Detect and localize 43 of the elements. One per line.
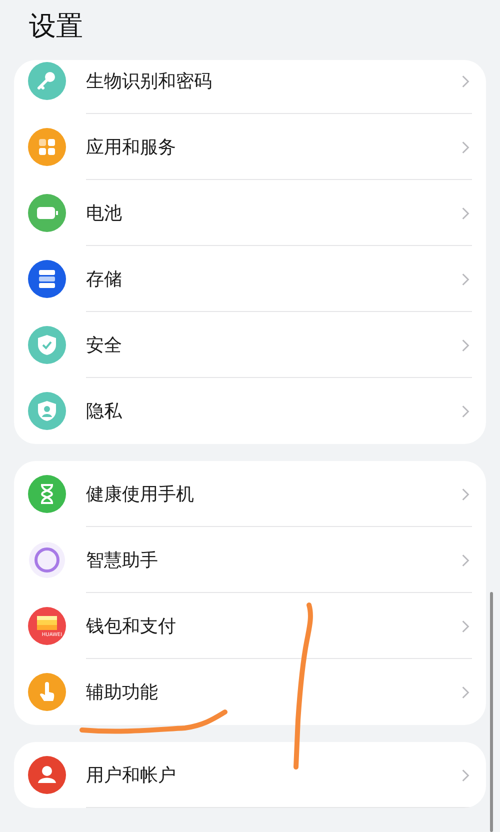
ring-icon — [28, 541, 66, 579]
settings-row[interactable]: 安全 — [14, 312, 486, 378]
battery-icon — [28, 194, 66, 232]
wallet-icon — [28, 607, 66, 645]
row-label: 安全 — [86, 334, 123, 357]
settings-row[interactable]: 健康使用手机 — [14, 461, 486, 527]
hand-pointer-icon — [28, 673, 66, 711]
settings-row[interactable]: 生物识别和密码 — [14, 60, 486, 114]
row-label: 隐私 — [86, 400, 123, 423]
shield-person-icon — [28, 392, 66, 430]
chevron-right-icon — [461, 74, 470, 88]
settings-row[interactable]: 电池 — [14, 180, 486, 246]
settings-row[interactable]: 辅助功能 — [14, 659, 486, 725]
settings-row[interactable]: 隐私 — [14, 378, 486, 444]
chevron-right-icon — [461, 140, 470, 154]
chevron-right-icon — [461, 338, 470, 352]
person-icon — [28, 756, 66, 794]
storage-icon — [28, 260, 66, 298]
chevron-right-icon — [461, 206, 470, 220]
chevron-right-icon — [461, 552, 470, 568]
settings-row[interactable]: 应用和服务 — [14, 114, 486, 180]
chevron-right-icon — [461, 684, 470, 700]
settings-row[interactable]: 智慧助手 — [14, 527, 486, 593]
row-label: 辅助功能 — [86, 681, 159, 704]
settings-row[interactable]: 存储 — [14, 246, 486, 312]
row-label: 应用和服务 — [86, 136, 177, 159]
chevron-right-icon — [461, 486, 470, 502]
page-title: 设置 — [28, 10, 84, 44]
row-label: 钱包和支付 — [86, 615, 177, 638]
row-label: 存储 — [86, 268, 123, 291]
chevron-right-icon — [461, 768, 470, 782]
chevron-right-icon — [461, 404, 470, 418]
hourglass-icon — [28, 475, 66, 513]
row-label: 健康使用手机 — [86, 483, 195, 506]
row-label: 电池 — [86, 202, 123, 225]
row-label: 生物识别和密码 — [86, 70, 213, 93]
row-label: 用户和帐户 — [86, 764, 177, 787]
chevron-right-icon — [461, 618, 470, 634]
apps-grid-icon — [28, 128, 66, 166]
row-label: 智慧助手 — [86, 549, 159, 572]
shield-check-icon — [28, 326, 66, 364]
chevron-right-icon — [461, 272, 470, 286]
settings-row[interactable]: 用户和帐户 — [14, 742, 486, 808]
